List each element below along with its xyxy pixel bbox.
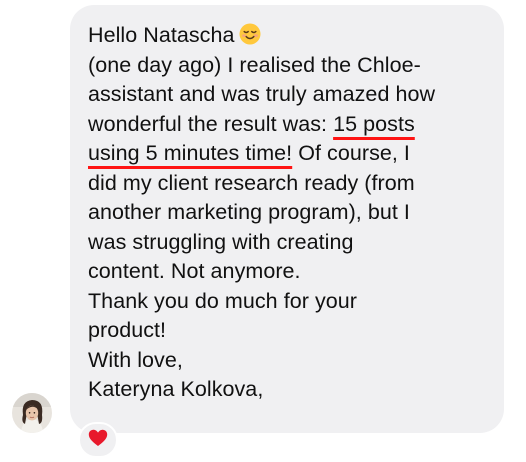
avatar[interactable] [12,393,52,433]
message-text-line: was struggling with creating [88,229,354,254]
smiling-face-icon [239,23,261,45]
message-text-line: wonderful the result was: 15 posts [88,110,490,140]
message-text-line: content. Not anymore. [88,259,301,283]
heart-reaction[interactable] [78,422,118,458]
message-signature: Kateryna Kolkova, [88,377,264,401]
heart-icon [88,429,108,452]
message-text-line: product! [88,318,167,342]
message-text-line: using 5 minutes time! Of course, I [88,139,490,169]
message-text-line: assistant and was truly amazed how [88,82,436,106]
highlighted-text: using 5 minutes time! [88,141,293,165]
message-greeting-line: Hello Natascha [88,21,490,51]
message-text: wonderful the result was: [88,111,334,136]
message-text-line: With love, [88,347,183,372]
message-bubble[interactable]: Hello Natascha (one day ago) I realised … [70,5,504,433]
message-text-line: did my client research ready (from [88,170,415,195]
message-text-line: another marketing program), but I [88,200,410,224]
greeting-text: Hello Natascha [88,23,235,47]
message-text-line: (one day ago) I realised the Chloe- [88,52,421,77]
message-text: Of course, I [292,141,410,165]
message-text-line: Thank you do much for your [88,288,357,313]
highlighted-text: 15 posts [333,111,415,136]
